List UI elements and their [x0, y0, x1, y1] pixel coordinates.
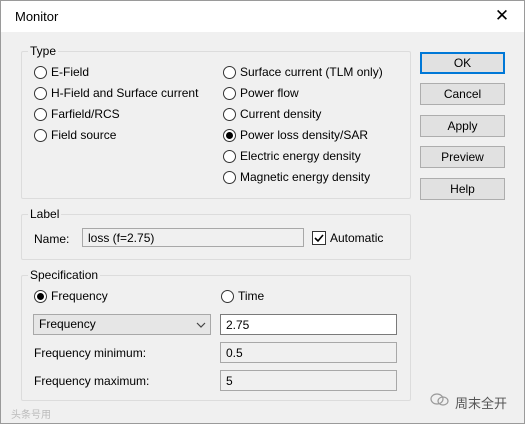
- chevron-down-icon: [196, 316, 206, 341]
- radio-label: E-Field: [51, 65, 90, 79]
- radio-icon: [223, 65, 236, 79]
- radio-field-source[interactable]: Field source: [34, 127, 116, 143]
- radio-label: Power flow: [240, 86, 299, 100]
- wechat-icon: [430, 393, 449, 406]
- radio-icon: [223, 170, 236, 184]
- watermark-logo: [430, 393, 450, 410]
- apply-button[interactable]: Apply: [420, 115, 505, 137]
- radio-icon: [34, 128, 47, 142]
- radio-label: Surface current (TLM only): [240, 65, 383, 79]
- automatic-checkbox[interactable]: Automatic: [312, 230, 383, 246]
- radio-icon: [223, 149, 236, 163]
- radio-icon: [34, 86, 47, 100]
- watermark-text-right: 周末全开: [455, 396, 508, 411]
- radio-label: Electric energy density: [240, 149, 361, 163]
- help-button[interactable]: Help: [420, 178, 505, 200]
- radio-time[interactable]: Time: [221, 288, 264, 304]
- radio-icon: [34, 65, 47, 79]
- frequency-maximum-label: Frequency maximum:: [34, 374, 150, 388]
- radio-e-field[interactable]: E-Field: [34, 64, 89, 80]
- name-label: Name:: [34, 232, 70, 246]
- radio-label: Power loss density/SAR: [240, 128, 369, 142]
- ok-button[interactable]: OK: [420, 52, 505, 74]
- radio-frequency[interactable]: Frequency: [34, 288, 108, 304]
- frequency-value-input[interactable]: 2.75: [220, 314, 397, 335]
- watermark-text-left: 头条号用: [11, 410, 51, 421]
- radio-selected-icon: [223, 128, 236, 142]
- cancel-button[interactable]: Cancel: [420, 83, 505, 105]
- radio-h-field[interactable]: H-Field and Surface current: [34, 85, 198, 101]
- window-title: Monitor: [15, 9, 59, 24]
- radio-icon: [34, 107, 47, 121]
- name-input[interactable]: loss (f=2.75): [82, 228, 304, 247]
- label-group-label: Label: [28, 207, 62, 221]
- title-bar: Monitor ✕: [1, 1, 524, 32]
- radio-farfield[interactable]: Farfield/RCS: [34, 106, 120, 122]
- type-group-label: Type: [28, 44, 59, 58]
- frequency-maximum-input[interactable]: 5: [220, 370, 397, 391]
- radio-label: Frequency: [51, 289, 108, 303]
- radio-power-loss-density[interactable]: Power loss density/SAR: [223, 127, 368, 143]
- monitor-dialog: Monitor ✕ Type E-Field H-Field and Surfa…: [0, 0, 525, 424]
- radio-selected-icon: [34, 289, 47, 303]
- radio-label: Time: [238, 289, 265, 303]
- checkbox-checked-icon: [312, 231, 326, 245]
- radio-label: Field source: [51, 128, 117, 142]
- radio-icon: [221, 289, 234, 303]
- radio-power-flow[interactable]: Power flow: [223, 85, 299, 101]
- frequency-minimum-label: Frequency minimum:: [34, 346, 147, 360]
- radio-current-density[interactable]: Current density: [223, 106, 321, 122]
- close-icon[interactable]: ✕: [487, 3, 517, 30]
- radio-label: Farfield/RCS: [51, 107, 120, 121]
- radio-electric-energy[interactable]: Electric energy density: [223, 148, 361, 164]
- radio-icon: [223, 107, 236, 121]
- specification-group-label: Specification: [28, 268, 101, 282]
- radio-label: H-Field and Surface current: [51, 86, 199, 100]
- radio-icon: [223, 86, 236, 100]
- radio-magnetic-energy[interactable]: Magnetic energy density: [223, 169, 370, 185]
- automatic-label: Automatic: [330, 231, 384, 245]
- preview-button[interactable]: Preview: [420, 146, 505, 168]
- radio-surface-current[interactable]: Surface current (TLM only): [223, 64, 383, 80]
- frequency-dropdown[interactable]: Frequency: [33, 314, 211, 335]
- radio-label: Magnetic energy density: [240, 170, 371, 184]
- radio-label: Current density: [240, 107, 322, 121]
- frequency-minimum-input[interactable]: 0.5: [220, 342, 397, 363]
- dropdown-value: Frequency: [39, 317, 96, 331]
